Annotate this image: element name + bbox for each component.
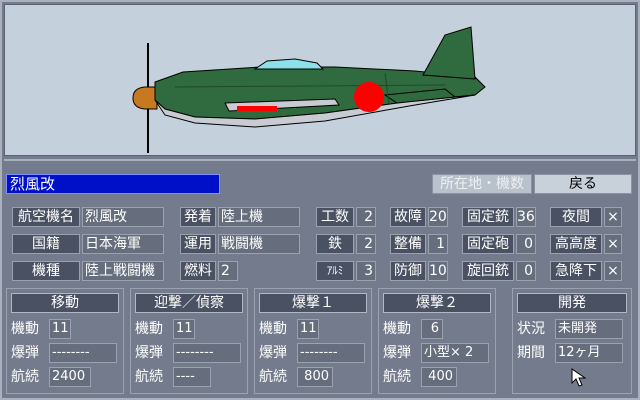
fixed-gun-label: 固定銃 bbox=[462, 207, 514, 227]
iron-label: 鉄 bbox=[316, 234, 354, 254]
mission-panel-intercept: 迎撃／偵察 機動 11 爆弾 -------- 航続 ---- bbox=[130, 288, 248, 394]
maintenance-value: 1 bbox=[428, 234, 448, 254]
defense-label: 防御 bbox=[390, 261, 426, 281]
turret-gun-label: 旋回銃 bbox=[462, 261, 514, 281]
divider bbox=[4, 159, 636, 161]
role-label: 運用 bbox=[180, 234, 216, 254]
iron-value: 2 bbox=[356, 234, 376, 254]
turret-gun-value: 0 bbox=[516, 261, 536, 281]
mobility-label: 機動 bbox=[135, 321, 163, 337]
bomb-value: -------- bbox=[49, 343, 117, 363]
launch-value: 陸上機 bbox=[218, 207, 300, 227]
aluminum-value: 3 bbox=[356, 261, 376, 281]
dive-flag: × bbox=[604, 261, 622, 281]
altitude-flag: × bbox=[604, 234, 622, 254]
bomb-label: 爆弾 bbox=[135, 345, 163, 361]
bomb-label: 爆弾 bbox=[11, 345, 39, 361]
panel-title[interactable]: 爆撃２ bbox=[383, 293, 491, 313]
panel-title[interactable]: 爆撃１ bbox=[259, 293, 367, 313]
status-label: 状況 bbox=[517, 321, 545, 337]
bomb-value: -------- bbox=[297, 343, 365, 363]
range-value: 800 bbox=[297, 367, 333, 387]
failure-value: 20 bbox=[428, 207, 448, 227]
range-value: 400 bbox=[421, 367, 457, 387]
bomb-value: 小型× 2 bbox=[421, 343, 489, 363]
labor-label: 工数 bbox=[316, 207, 354, 227]
development-title[interactable]: 開発 bbox=[517, 293, 627, 313]
range-value: ---- bbox=[173, 367, 211, 387]
aircraft-display bbox=[4, 4, 636, 156]
range-value: 2400 bbox=[49, 367, 91, 387]
range-label: 航続 bbox=[11, 369, 39, 385]
labor-value: 2 bbox=[356, 207, 376, 227]
panel-title[interactable]: 移動 bbox=[11, 293, 119, 313]
name-label: 航空機名 bbox=[12, 207, 80, 227]
dive-label: 急降下 bbox=[550, 261, 602, 281]
type-value: 陸上戦闘機 bbox=[82, 261, 164, 281]
aircraft-image bbox=[132, 26, 486, 153]
fuel-value: 2 bbox=[218, 261, 238, 281]
aircraft-name-display: 烈風改 bbox=[6, 174, 220, 194]
status-value: 未開発 bbox=[555, 319, 623, 339]
mouse-cursor-icon bbox=[571, 368, 587, 387]
name-value: 烈風改 bbox=[82, 207, 164, 227]
range-label: 航続 bbox=[383, 369, 411, 385]
mobility-value: 11 bbox=[49, 319, 71, 339]
bomb-label: 爆弾 bbox=[383, 345, 411, 361]
mobility-value: 6 bbox=[421, 319, 443, 339]
period-label: 期間 bbox=[517, 345, 545, 361]
period-value: 12ヶ月 bbox=[555, 343, 623, 363]
bomb-label: 爆弾 bbox=[259, 345, 287, 361]
mobility-value: 11 bbox=[173, 319, 195, 339]
maintenance-label: 整備 bbox=[390, 234, 426, 254]
altitude-label: 高高度 bbox=[550, 234, 602, 254]
fixed-cannon-value: 0 bbox=[516, 234, 536, 254]
location-count-tab[interactable]: 所在地・機数 bbox=[432, 174, 532, 194]
role-value: 戦闘機 bbox=[218, 234, 300, 254]
mobility-label: 機動 bbox=[383, 321, 411, 337]
mobility-label: 機動 bbox=[259, 321, 287, 337]
range-label: 航続 bbox=[135, 369, 163, 385]
panel-title[interactable]: 迎撃／偵察 bbox=[135, 293, 243, 313]
nation-value: 日本海軍 bbox=[82, 234, 164, 254]
night-label: 夜間 bbox=[550, 207, 602, 227]
failure-label: 故障 bbox=[390, 207, 426, 227]
defense-value: 10 bbox=[428, 261, 448, 281]
mobility-value: 11 bbox=[297, 319, 319, 339]
mission-panel-bomb2: 爆撃２ 機動 6 爆弾 小型× 2 航続 400 bbox=[378, 288, 496, 394]
back-button[interactable]: 戻る bbox=[534, 174, 632, 194]
type-label: 機種 bbox=[12, 261, 80, 281]
mobility-label: 機動 bbox=[11, 321, 39, 337]
aluminum-label: ｱﾙﾐ bbox=[316, 261, 354, 281]
fixed-cannon-label: 固定砲 bbox=[462, 234, 514, 254]
launch-label: 発着 bbox=[180, 207, 216, 227]
range-label: 航続 bbox=[259, 369, 287, 385]
fuel-label: 燃料 bbox=[180, 261, 216, 281]
mission-panel-bomb1: 爆撃１ 機動 11 爆弾 -------- 航続 800 bbox=[254, 288, 372, 394]
mission-panel-move: 移動 機動 11 爆弾 -------- 航続 2400 bbox=[6, 288, 124, 394]
nation-label: 国籍 bbox=[12, 234, 80, 254]
night-flag: × bbox=[604, 207, 622, 227]
fixed-gun-value: 36 bbox=[516, 207, 536, 227]
bomb-value: -------- bbox=[173, 343, 241, 363]
